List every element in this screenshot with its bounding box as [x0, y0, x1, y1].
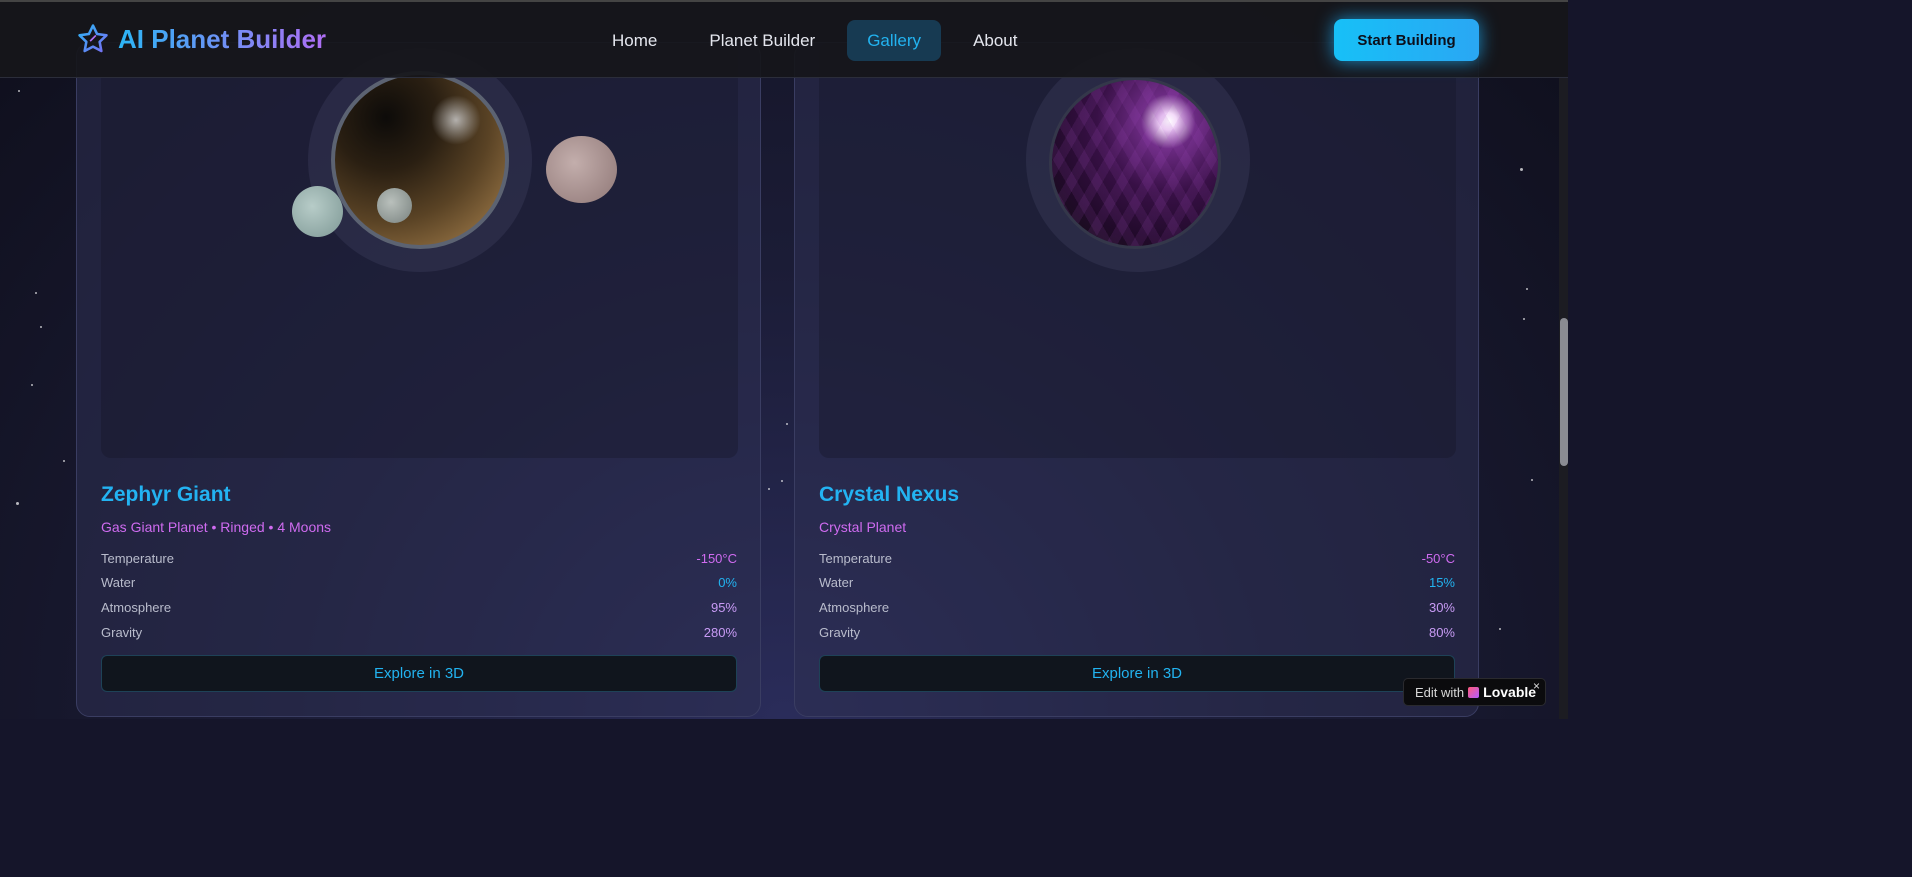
stat-label: Gravity	[101, 624, 143, 640]
badge-brand: Lovable	[1483, 684, 1537, 700]
explore-3d-button[interactable]: Explore in 3D	[101, 655, 737, 692]
start-building-button[interactable]: Start Building	[1334, 19, 1479, 61]
navbar: AI Planet Builder Home Planet Builder Ga…	[0, 2, 1568, 78]
stat-value: 30%	[1428, 599, 1455, 615]
brand-logo[interactable]: AI Planet Builder	[76, 22, 326, 56]
stat-value: 15%	[1428, 575, 1455, 591]
planet-card-crystal-nexus: Crystal Nexus Crystal Planet Temperature…	[794, 42, 1479, 717]
stat-label: Temperature	[101, 550, 174, 566]
stat-temperature: Temperature -150°C	[101, 546, 737, 571]
nav-links: Home Planet Builder Gallery About	[592, 20, 1038, 61]
stat-label: Atmosphere	[819, 599, 890, 615]
stat-value: 95%	[710, 599, 737, 615]
nav-link-planet-builder[interactable]: Planet Builder	[689, 20, 835, 61]
card-title: Zephyr Giant	[101, 483, 231, 506]
star-icon	[78, 24, 108, 53]
card-subtitle: Gas Giant Planet • Ringed • 4 Moons	[101, 519, 332, 535]
stat-gravity: Gravity 80%	[819, 620, 1455, 645]
stat-value: -50°C	[1421, 550, 1455, 566]
stat-temperature: Temperature -50°C	[819, 546, 1455, 571]
stat-atmosphere: Atmosphere 95%	[101, 595, 737, 620]
stat-gravity: Gravity 280%	[101, 620, 737, 645]
planet-viewport[interactable]	[101, 43, 738, 458]
stat-atmosphere: Atmosphere 30%	[819, 595, 1455, 620]
nav-link-about[interactable]: About	[953, 20, 1037, 61]
stat-value: 0%	[718, 575, 737, 591]
stat-label: Atmosphere	[101, 599, 172, 615]
moon	[546, 136, 617, 203]
nav-link-home[interactable]: Home	[592, 20, 677, 61]
stat-label: Gravity	[819, 624, 861, 640]
close-icon[interactable]: ×	[1533, 679, 1540, 693]
brand-name: AI Planet Builder	[118, 23, 327, 54]
card-subtitle: Crystal Planet	[819, 519, 907, 535]
heart-icon	[1468, 686, 1480, 698]
planet-zephyr-giant	[331, 71, 509, 249]
stat-label: Water	[819, 575, 854, 591]
stat-value: -150°C	[696, 550, 737, 566]
stats-list: Temperature -150°C Water 0% Atmosphere 9…	[101, 546, 737, 644]
planet-viewport[interactable]	[819, 43, 1456, 458]
scrollbar-thumb[interactable]	[1560, 318, 1568, 466]
stat-water: Water 0%	[101, 571, 737, 596]
planet-crystal-nexus	[1049, 77, 1221, 249]
nav-link-gallery[interactable]: Gallery	[847, 20, 942, 61]
stat-label: Water	[101, 575, 136, 591]
moon	[377, 188, 412, 223]
explore-3d-button[interactable]: Explore in 3D	[819, 655, 1455, 692]
page: Zephyr Giant Gas Giant Planet • Ringed •…	[0, 0, 1568, 719]
badge-prefix: Edit with	[1415, 684, 1465, 700]
edit-with-lovable-badge[interactable]: Edit with Lovable ×	[1403, 678, 1546, 706]
stat-value: 80%	[1428, 624, 1455, 640]
card-title: Crystal Nexus	[819, 483, 960, 506]
stats-list: Temperature -50°C Water 15% Atmosphere 3…	[819, 546, 1455, 644]
stat-value: 280%	[703, 624, 737, 640]
moon	[292, 186, 343, 237]
stat-label: Temperature	[819, 550, 892, 566]
planet-card-zephyr-giant: Zephyr Giant Gas Giant Planet • Ringed •…	[76, 42, 761, 717]
stat-water: Water 15%	[819, 571, 1455, 596]
